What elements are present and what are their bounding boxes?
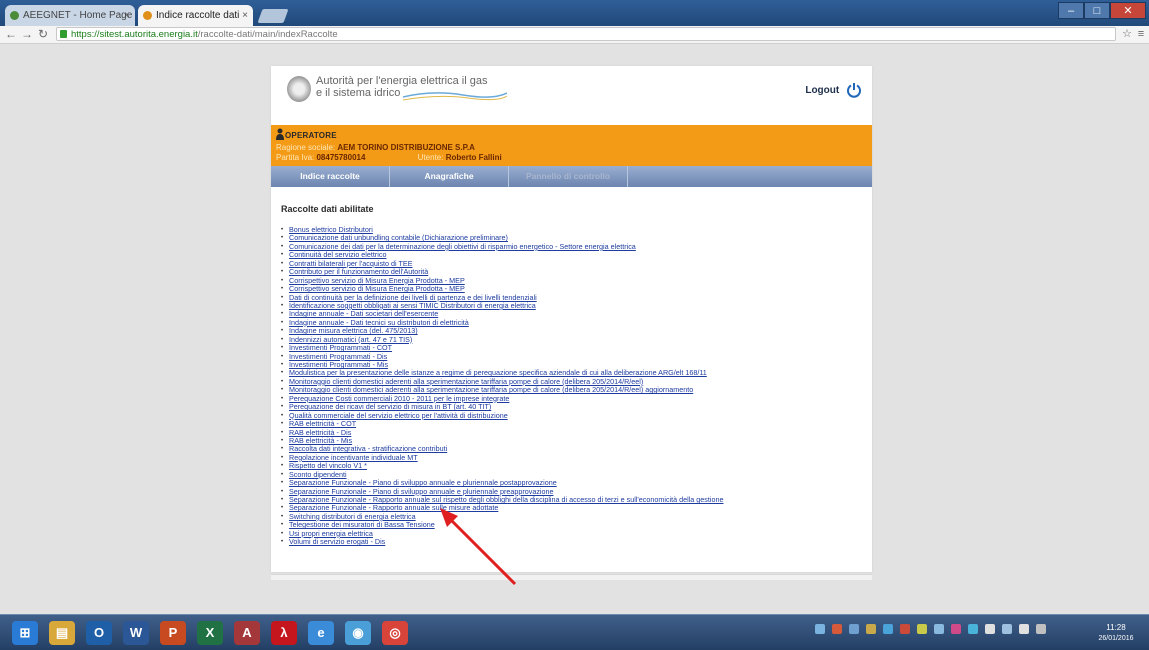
list-heading: Raccolte dati abilitate [281, 204, 374, 214]
partita-iva-row: Partita Iva: 08475780014 Utente: Roberto… [276, 153, 502, 162]
address-bar-row: ← → ↻ https://sitest.autorita.energia.it… [0, 26, 1149, 44]
new-tab-button[interactable] [257, 9, 289, 23]
lock-icon [60, 30, 67, 38]
powerpoint-taskbar-button[interactable]: P [160, 621, 186, 645]
powerpoint-icon: P [168, 625, 178, 640]
tray-icon[interactable] [985, 624, 995, 634]
tab-indice-raccolte[interactable]: Indice raccolte dati × [138, 5, 253, 26]
outlook-icon: O [93, 625, 105, 640]
tray-icon[interactable] [866, 624, 876, 634]
access-icon: A [242, 625, 252, 640]
explorer-taskbar-button[interactable]: ▤ [49, 621, 75, 645]
url-secure-part: https://sitest.autorita.energia.it [71, 29, 198, 40]
access-taskbar-button[interactable]: A [234, 621, 260, 645]
tab-anagrafiche[interactable]: Anagrafiche [390, 166, 509, 187]
acrobat-taskbar-button[interactable]: λ [271, 621, 297, 645]
clock-time[interactable]: 11:28 [1091, 623, 1141, 632]
tray-icon[interactable] [832, 624, 842, 634]
logo-wave-icon [403, 92, 507, 101]
ragione-sociale-row: Ragione sociale: AEM TORINO DISTRIBUZION… [276, 143, 475, 152]
app-icon: ◉ [352, 625, 364, 640]
favicon-icon [10, 11, 19, 20]
partita-iva-label: Partita Iva: [276, 153, 315, 162]
tray-icon[interactable] [815, 624, 825, 634]
page-container: Autorità per l'energia elettrica il gas … [271, 66, 872, 572]
main-nav: Indice raccolte Anagrafiche Pannello di … [271, 166, 872, 187]
annotation-arrow-icon [440, 508, 517, 586]
page-viewport: Autorità per l'energia elettrica il gas … [0, 44, 1149, 614]
tray-icon[interactable] [917, 624, 927, 634]
tray-icon[interactable] [883, 624, 893, 634]
tray-icon[interactable] [951, 624, 961, 634]
start-taskbar-button[interactable]: ⊞ [12, 621, 38, 645]
list-item: Rispetto del vincolo V1 * [281, 462, 723, 472]
close-window-button[interactable]: ✕ [1110, 2, 1146, 19]
tab-label: Indice raccolte dati [156, 10, 240, 21]
windows-taskbar: ⊞ ▤ O W P X Aλ e ◉ ◎ 11:28 26/01/2016 [0, 614, 1149, 650]
chrome-icon: ◎ [389, 625, 401, 640]
start-icon: ⊞ [19, 625, 31, 640]
reload-icon[interactable]: ↻ [36, 26, 50, 43]
internet-explorer-taskbar-button[interactable]: e [308, 621, 334, 645]
tab-indice-raccolte[interactable]: Indice raccolte [271, 166, 390, 187]
favicon-icon [143, 11, 152, 20]
emblem-icon [287, 76, 311, 102]
ragione-sociale-label: Ragione sociale: [276, 143, 336, 152]
tray-icon[interactable] [934, 624, 944, 634]
tab-label: AEEGNET - Home Page [23, 10, 133, 21]
menu-icon[interactable]: ≡ [1134, 26, 1148, 43]
word-icon: W [129, 625, 143, 640]
power-icon [847, 83, 861, 99]
excel-icon: X [205, 625, 215, 640]
bookmark-star-icon[interactable]: ☆ [1120, 26, 1134, 43]
tray-icon[interactable] [900, 624, 910, 634]
tray-icon[interactable] [1036, 624, 1046, 634]
close-tab-icon[interactable]: × [242, 5, 248, 26]
excel-taskbar-button[interactable]: X [197, 621, 223, 645]
tray-icon[interactable] [1019, 624, 1029, 634]
user-icon [276, 128, 284, 140]
raccolta-link[interactable]: Volumi di servizio erogati - Dis [289, 537, 385, 546]
logo-text-line2: e il sistema idrico [316, 87, 401, 99]
chrome-taskbar-button[interactable]: ◎ [382, 621, 408, 645]
acrobat-icon: λ [280, 625, 288, 640]
logout-button[interactable]: Logout [805, 82, 862, 100]
back-icon[interactable]: ← [4, 26, 18, 43]
internet-explorer-icon: e [317, 625, 325, 640]
operator-title: OPERATORE [285, 131, 337, 140]
clock-date[interactable]: 26/01/2016 [1091, 635, 1141, 642]
tab-pannello-di-controllo: Pannello di controllo [509, 166, 628, 187]
outlook-taskbar-button[interactable]: O [86, 621, 112, 645]
explorer-icon: ▤ [55, 625, 69, 640]
raccolte-list: Bonus elettrico DistributoriComunicazion… [281, 225, 723, 547]
tray-icon[interactable] [1002, 624, 1012, 634]
operator-band: OPERATORE Ragione sociale: AEM TORINO DI… [271, 125, 872, 166]
logo-text-line1: Autorità per l'energia elettrica il gas [316, 75, 488, 87]
browser-title-bar: AEEGNET - Home Page × Indice raccolte da… [0, 0, 1149, 26]
forward-icon[interactable]: → [20, 26, 34, 43]
close-tab-icon[interactable]: × [124, 5, 130, 26]
tab-aeegnet-home[interactable]: AEEGNET - Home Page × [5, 5, 135, 26]
tray-icon[interactable] [849, 624, 859, 634]
app-taskbar-button[interactable]: ◉ [345, 621, 371, 645]
utente-value: Roberto Fallini [445, 153, 502, 162]
url-field[interactable]: https://sitest.autorita.energia.it/racco… [56, 27, 1116, 41]
url-path-part: /raccolte-dati/main/indexRaccolte [197, 29, 338, 40]
page-footer-bar [271, 574, 872, 580]
tray-icon[interactable] [968, 624, 978, 634]
partita-iva-value: 08475780014 [316, 153, 366, 162]
logout-label: Logout [805, 85, 840, 96]
ragione-sociale-value: AEM TORINO DISTRIBUZIONE S.P.A [337, 143, 475, 152]
maximize-button[interactable]: □ [1084, 2, 1110, 19]
minimize-button[interactable]: – [1058, 2, 1084, 19]
word-taskbar-button[interactable]: W [123, 621, 149, 645]
utente-label: Utente: [417, 153, 444, 162]
